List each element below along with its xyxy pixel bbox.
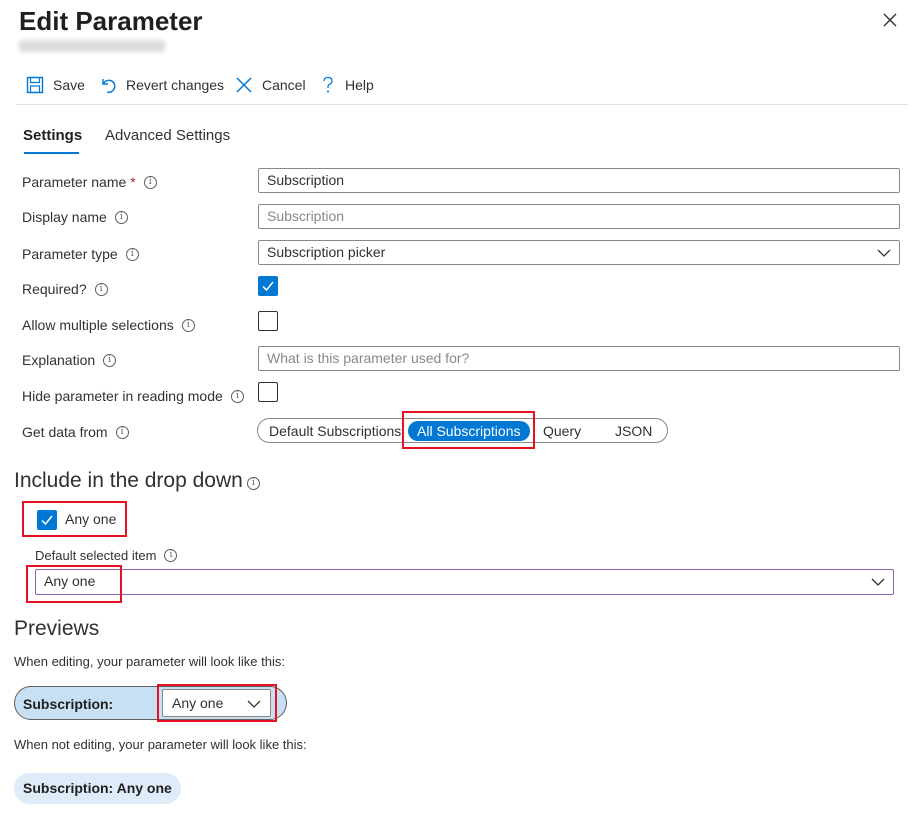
get-data-from-selector: Default Subscriptions All Subscriptions … (257, 418, 668, 443)
option-json[interactable]: JSON (615, 421, 652, 441)
not-editing-caption: When not editing, your parameter will lo… (14, 737, 307, 752)
save-button[interactable]: Save (26, 74, 85, 96)
chevron-down-icon (871, 578, 885, 586)
save-icon (26, 76, 44, 94)
required-asterisk: * (130, 174, 136, 190)
required-label: Required? (22, 281, 87, 297)
preview-dropdown[interactable]: Any one (162, 689, 271, 717)
any-one-checkbox[interactable] (37, 510, 57, 530)
info-icon[interactable]: i (230, 389, 244, 403)
revert-changes-label: Revert changes (126, 77, 225, 93)
parameter-type-label-row: Parameter type i (22, 246, 139, 262)
parameter-type-label: Parameter type (22, 246, 118, 262)
help-label: Help (345, 77, 374, 93)
help-icon (323, 76, 333, 93)
hide-in-reading-label: Hide parameter in reading mode (22, 388, 223, 404)
explanation-label: Explanation (22, 352, 96, 368)
hide-in-reading-checkbox[interactable] (258, 382, 278, 402)
toolbar-divider (16, 104, 908, 105)
parameter-name-label: Parameter name (22, 174, 127, 190)
info-icon[interactable]: i (103, 353, 117, 367)
option-default-subscriptions[interactable]: Default Subscriptions (269, 421, 401, 441)
redacted-subtitle (19, 40, 165, 52)
get-data-from-label: Get data from (22, 424, 108, 440)
info-icon[interactable]: i (143, 175, 157, 189)
display-name-label: Display name (22, 209, 107, 225)
option-all-subscriptions[interactable]: All Subscriptions (408, 421, 530, 441)
get-data-from-label-row: Get data from i (22, 424, 129, 440)
parameter-type-value: Subscription picker (267, 244, 386, 260)
info-icon[interactable]: i (115, 425, 129, 439)
allow-multiple-label-row: Allow multiple selections i (22, 317, 195, 333)
editing-caption: When editing, your parameter will look l… (14, 654, 285, 669)
undo-icon (102, 79, 116, 93)
parameter-type-dropdown[interactable]: Subscription picker (258, 240, 900, 265)
required-checkbox[interactable] (258, 276, 278, 296)
allow-multiple-label: Allow multiple selections (22, 317, 174, 333)
checkmark-icon (41, 515, 53, 526)
parameter-name-input[interactable]: Subscription (258, 168, 900, 193)
any-one-label: Any one (65, 511, 117, 527)
info-icon[interactable]: i (164, 549, 178, 562)
info-icon[interactable]: i (94, 282, 108, 296)
preview-static-pill: Subscription: Any one (14, 773, 181, 804)
chevron-down-icon (877, 249, 891, 257)
help-button[interactable]: Help (320, 74, 374, 96)
tab-settings[interactable]: Settings (23, 127, 82, 144)
default-selected-label-row: Default selected item i (35, 548, 178, 563)
cancel-button[interactable]: Cancel (235, 74, 306, 96)
display-name-label-row: Display name i (22, 209, 128, 225)
info-icon[interactable]: i (246, 476, 260, 490)
option-query[interactable]: Query (543, 421, 581, 441)
allow-multiple-checkbox[interactable] (258, 311, 278, 331)
chevron-down-icon (247, 700, 261, 708)
tab-advanced-settings[interactable]: Advanced Settings (105, 127, 230, 144)
active-tab-indicator (24, 152, 79, 154)
hide-in-reading-label-row: Hide parameter in reading mode i (22, 388, 244, 404)
revert-changes-button[interactable]: Revert changes (99, 74, 224, 96)
close-button[interactable] (880, 10, 900, 30)
default-selected-dropdown[interactable]: Any one (35, 569, 894, 595)
preview-editing-label: Subscription: (23, 696, 114, 712)
include-dropdown-heading-row: Include in the drop down i (14, 469, 260, 493)
display-name-input[interactable]: Subscription (258, 204, 900, 229)
required-label-row: Required? i (22, 281, 108, 297)
explanation-input[interactable]: What is this parameter used for? (258, 346, 900, 371)
previews-heading: Previews (14, 617, 100, 640)
info-icon[interactable]: i (114, 210, 128, 224)
save-label: Save (53, 77, 85, 93)
include-dropdown-heading: Include in the drop down (14, 469, 243, 492)
explanation-label-row: Explanation i (22, 352, 117, 368)
cancel-label: Cancel (262, 77, 306, 93)
preview-dropdown-value: Any one (172, 695, 224, 711)
close-icon (883, 13, 897, 27)
default-selected-label: Default selected item (35, 548, 157, 563)
info-icon[interactable]: i (125, 247, 139, 261)
page-title: Edit Parameter (19, 6, 203, 36)
checkmark-icon (262, 281, 274, 292)
parameter-name-label-row: Parameter name * i (22, 174, 157, 190)
default-selected-value: Any one (44, 573, 96, 589)
cancel-icon (236, 77, 252, 93)
info-icon[interactable]: i (181, 318, 195, 332)
